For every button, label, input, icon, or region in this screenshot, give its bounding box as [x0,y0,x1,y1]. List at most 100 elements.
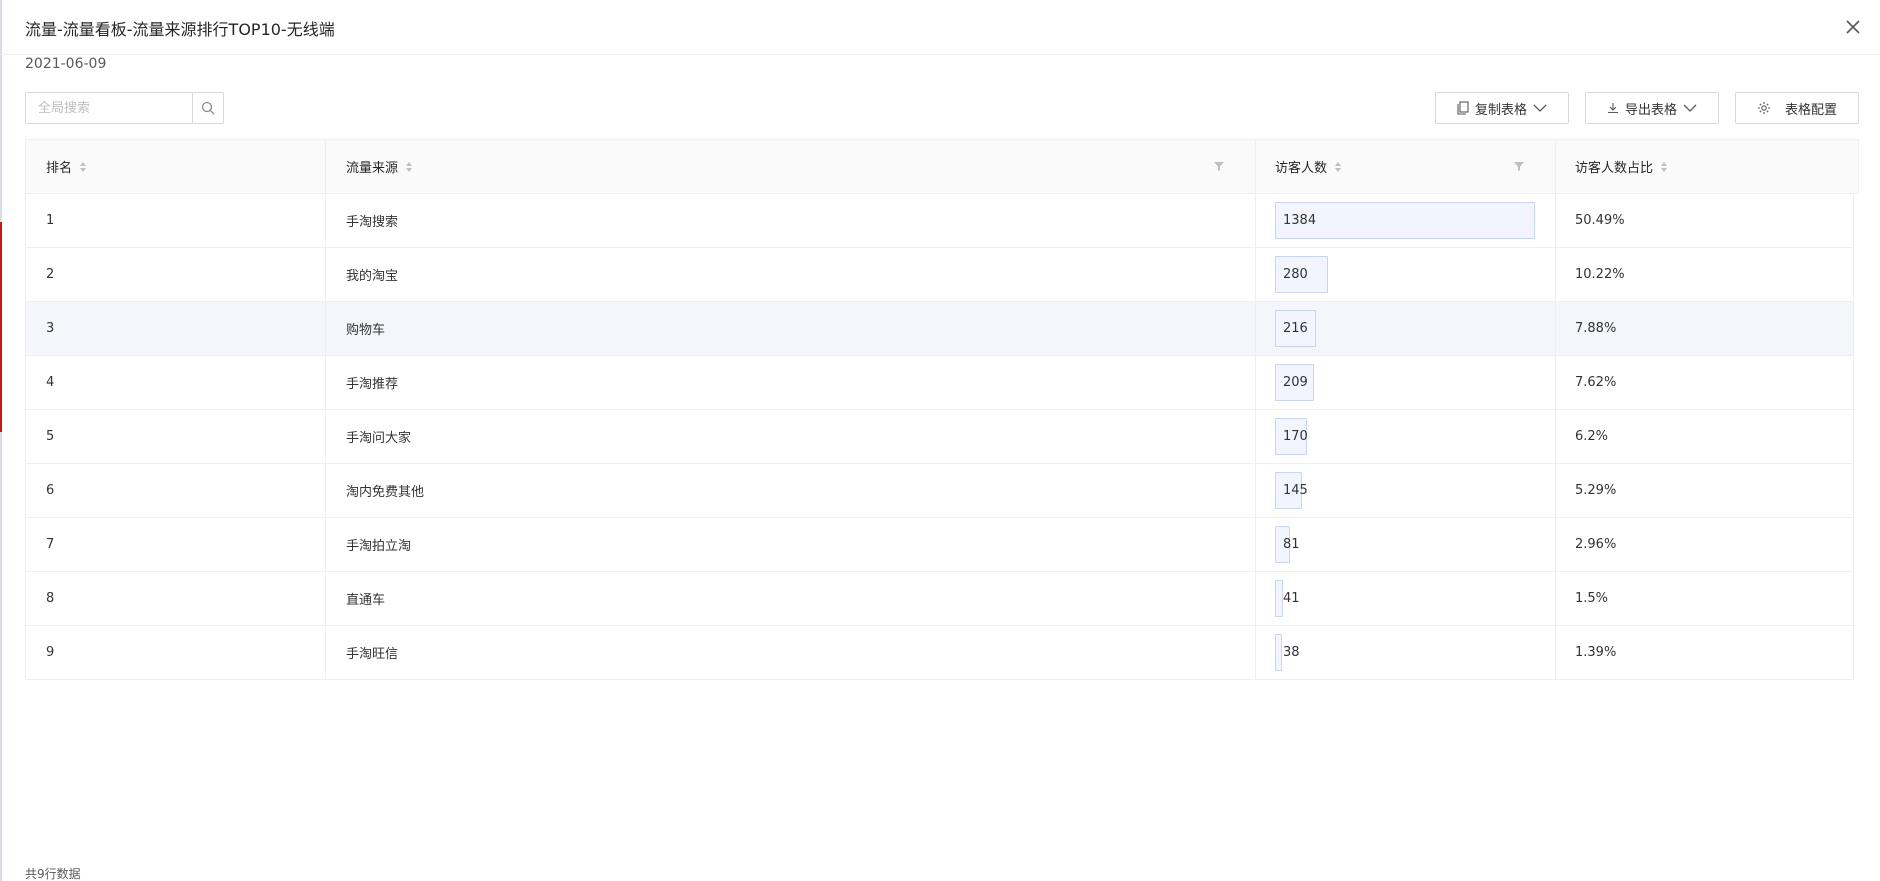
cell-visitors-value: 38 [1283,645,1300,660]
traffic-source-table: 排名 流量来源 访客人数 访客人数占比 1 手淘搜索 1384 50.49% 2… [25,139,1859,680]
col-header-visitors-label: 访客人数 [1275,161,1328,176]
column-divider [325,194,326,247]
table-row[interactable]: 7 手淘拍立淘 81 2.96% [25,518,1854,572]
cell-rank: 6 [46,483,55,498]
cell-visitors-value: 170 [1283,429,1308,444]
cell-source: 手淘推荐 [346,377,399,392]
column-divider [1555,194,1556,247]
column-divider [325,140,326,193]
cell-visitors-value: 209 [1283,375,1308,390]
left-edge-accent [0,222,2,432]
column-divider [1555,518,1556,571]
chevron-down-icon [1533,104,1547,112]
column-divider [1255,572,1256,625]
cell-source: 手淘问大家 [346,431,412,446]
column-divider [1555,140,1556,193]
cell-rank: 4 [46,375,55,390]
export-table-label: 导出表格 [1624,102,1677,118]
cell-source: 手淘旺信 [346,647,399,662]
table-row[interactable]: 2 我的淘宝 280 10.22% [25,248,1854,302]
table-row[interactable]: 5 手淘问大家 170 6.2% [25,410,1854,464]
col-header-share[interactable]: 访客人数占比 [1575,140,1668,193]
cell-source: 手淘搜索 [346,215,399,230]
table-config-button[interactable]: 表格配置 [1735,92,1859,124]
table-row[interactable]: 3 购物车 216 7.88% [25,302,1854,356]
table-row[interactable]: 8 直通车 41 1.5% [25,572,1854,626]
search-input[interactable] [26,93,192,123]
column-divider [325,410,326,463]
cell-share: 6.2% [1575,429,1609,444]
cell-source: 我的淘宝 [346,269,399,284]
cell-visitors: 81 [1275,518,1557,571]
column-divider [1255,302,1256,355]
sort-icon[interactable] [405,160,413,174]
column-divider [325,356,326,409]
table-row[interactable]: 9 手淘旺信 38 1.39% [25,626,1854,680]
cell-share: 1.39% [1575,645,1617,660]
column-divider [325,302,326,355]
column-divider [1555,356,1556,409]
cell-share: 7.88% [1575,321,1617,336]
cell-visitors-value: 81 [1283,537,1300,552]
cell-share: 1.5% [1575,591,1609,606]
filter-icon[interactable] [1213,160,1225,172]
cell-visitors: 145 [1275,464,1557,517]
cell-source: 直通车 [346,593,386,608]
download-icon [1607,103,1618,114]
cell-rank: 2 [46,267,55,282]
copy-table-button[interactable]: 复制表格 [1435,92,1569,124]
cell-visitors: 170 [1275,410,1557,463]
copy-table-label: 复制表格 [1474,102,1527,118]
column-divider [325,626,326,679]
col-header-rank[interactable]: 排名 [46,140,87,193]
column-divider [325,248,326,301]
cell-visitors: 38 [1275,626,1557,679]
col-header-source[interactable]: 流量来源 [346,140,413,193]
export-table-button[interactable]: 导出表格 [1585,92,1719,124]
table-body: 1 手淘搜索 1384 50.49% 2 我的淘宝 280 10.22% 3 购… [25,194,1859,680]
cell-rank: 3 [46,321,55,336]
column-divider [1255,410,1256,463]
cell-visitors-value: 41 [1283,591,1300,606]
cell-visitors-value: 145 [1283,483,1308,498]
column-divider [1555,572,1556,625]
cell-visitors-value: 216 [1283,321,1308,336]
cell-share: 2.96% [1575,537,1617,552]
search-button[interactable] [192,93,223,123]
cell-visitors: 280 [1275,248,1557,301]
column-divider [1255,626,1256,679]
table-row[interactable]: 6 淘内免费其他 145 5.29% [25,464,1854,518]
row-count-footer: 共9行数据 [25,867,81,881]
cell-rank: 1 [46,213,55,228]
sort-icon[interactable] [1660,160,1668,174]
table-row[interactable]: 4 手淘推荐 209 7.62% [25,356,1854,410]
filter-icon[interactable] [1513,160,1525,172]
column-divider [1555,410,1556,463]
close-icon[interactable] [1842,16,1864,38]
column-divider [325,518,326,571]
cell-visitors: 1384 [1275,194,1557,247]
sort-icon[interactable] [1334,160,1342,174]
table-header: 排名 流量来源 访客人数 访客人数占比 [25,139,1859,194]
column-divider [325,572,326,625]
left-window-edge [0,0,2,881]
cell-source: 购物车 [346,323,386,338]
cell-rank: 8 [46,591,55,606]
column-divider [1555,464,1556,517]
col-header-share-label: 访客人数占比 [1575,161,1654,176]
column-divider [1555,626,1556,679]
column-divider [1255,356,1256,409]
cell-source: 手淘拍立淘 [346,539,412,554]
copy-icon [1457,101,1469,115]
column-divider [1255,194,1256,247]
cell-share: 7.62% [1575,375,1617,390]
cell-visitors: 41 [1275,572,1557,625]
sort-icon[interactable] [79,160,87,174]
col-header-visitors[interactable]: 访客人数 [1275,140,1342,193]
cell-rank: 5 [46,429,55,444]
column-divider [1255,518,1256,571]
cell-share: 5.29% [1575,483,1617,498]
table-config-label: 表格配置 [1784,102,1837,118]
column-divider [1255,140,1256,193]
table-row[interactable]: 1 手淘搜索 1384 50.49% [25,194,1854,248]
